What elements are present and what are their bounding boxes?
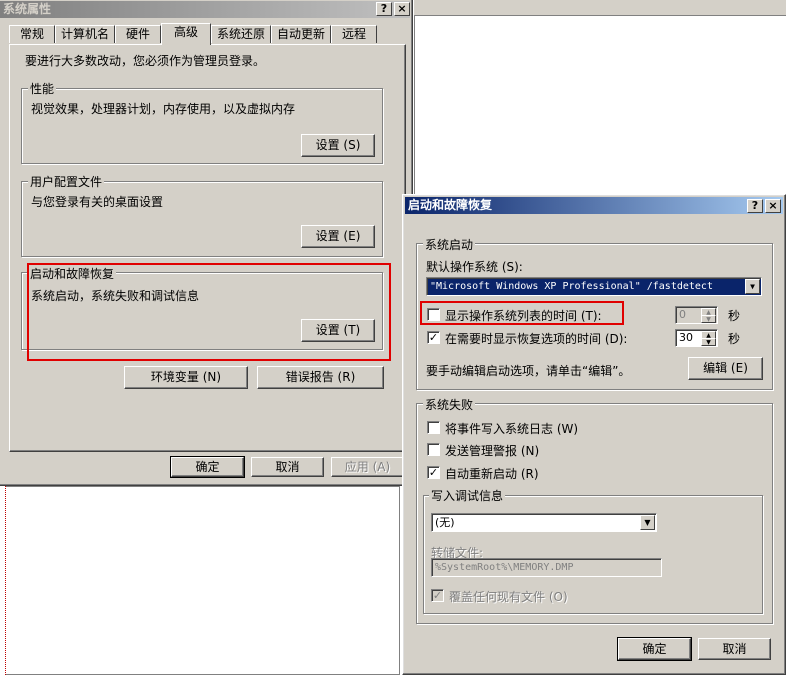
tab-hardware[interactable]: 硬件: [115, 25, 161, 43]
dialog-help-button[interactable]: ?: [747, 199, 763, 213]
tab-remote[interactable]: 远程: [331, 25, 377, 43]
startup-recovery-titlebar: 启动和故障恢复: [405, 197, 783, 214]
dump-file-value: %SystemRoot%\MEMORY.DMP: [435, 562, 574, 573]
tab-computer-name[interactable]: 计算机名: [55, 25, 115, 43]
send-alert-checkbox[interactable]: [427, 443, 440, 456]
system-properties-window: 系统属性 ? × 常规 计算机名 硬件 高级 系统还原 自动更新 远程 要进行大…: [0, 0, 413, 486]
show-os-list-seconds-input[interactable]: 0 ▲ ▼: [675, 306, 718, 324]
background-window-bottom-left: [0, 486, 400, 675]
send-alert-label: 发送管理警报 (N): [445, 444, 540, 458]
write-event-log-label: 将事件写入系统日志 (W): [445, 422, 579, 436]
environment-variables-button[interactable]: 环境变量 (N): [124, 366, 248, 389]
highlight-box-show-os-list: [420, 301, 624, 325]
dump-file-input[interactable]: %SystemRoot%\MEMORY.DMP: [431, 558, 662, 577]
system-startup-label: 系统启动: [423, 236, 476, 253]
cancel-button[interactable]: 取消: [251, 457, 324, 477]
close-button[interactable]: ×: [394, 2, 410, 16]
chevron-down-icon[interactable]: ▼: [640, 515, 655, 530]
show-recovery-seconds-value: 30: [679, 331, 693, 344]
background-window-top-right: [414, 0, 786, 196]
error-reporting-button[interactable]: 错误报告 (R): [257, 366, 384, 389]
debug-info-select[interactable]: (无) ▼: [431, 513, 657, 532]
system-failure-label: 系统失败: [423, 396, 476, 413]
user-profiles-label: 用户配置文件: [28, 173, 105, 190]
system-properties-titlebar: 系统属性: [0, 1, 410, 18]
show-recovery-label: 在需要时显示恢复选项的时间 (D):: [445, 332, 628, 346]
user-profiles-settings-button[interactable]: 设置 (E): [301, 225, 375, 248]
show-recovery-checkbox[interactable]: ✓: [427, 331, 440, 344]
write-event-log-checkbox[interactable]: [427, 421, 440, 434]
spin-down-icon[interactable]: ▼: [701, 315, 716, 323]
ok-button[interactable]: 确定: [170, 456, 245, 478]
show-os-list-seconds-value: 0: [679, 308, 686, 321]
background-window-bottom-left-strip: [0, 486, 6, 675]
admin-note: 要进行大多数改动，您必须作为管理员登录。: [25, 54, 266, 68]
user-profiles-description: 与您登录有关的桌面设置: [31, 195, 164, 209]
spin-down-icon[interactable]: ▼: [701, 338, 716, 346]
chevron-down-icon[interactable]: ▼: [745, 279, 760, 294]
default-os-select[interactable]: "Microsoft Windows XP Professional" /fas…: [426, 277, 762, 296]
edit-button[interactable]: 编辑 (E): [688, 357, 763, 380]
tab-automatic-updates[interactable]: 自动更新: [271, 25, 331, 43]
default-os-value: "Microsoft Windows XP Professional" /fas…: [430, 281, 713, 292]
debug-info-selected: (无): [435, 516, 455, 529]
show-recovery-unit: 秒: [728, 332, 741, 346]
performance-description: 视觉效果，处理器计划，内存使用，以及虚拟内存: [31, 102, 296, 116]
performance-label: 性能: [28, 80, 57, 97]
window-title: 系统属性: [3, 2, 52, 16]
dialog-close-button[interactable]: ×: [765, 199, 781, 213]
show-os-list-unit: 秒: [728, 309, 741, 323]
auto-restart-label: 自动重新启动 (R): [445, 467, 539, 481]
default-os-label: 默认操作系统 (S):: [426, 260, 523, 274]
overwrite-checkbox[interactable]: ✓: [431, 589, 444, 602]
tab-general[interactable]: 常规: [9, 25, 55, 43]
edit-note: 要手动编辑启动选项，请单击“编辑”。: [426, 364, 631, 378]
auto-restart-checkbox[interactable]: ✓: [427, 466, 440, 479]
performance-settings-button[interactable]: 设置 (S): [301, 134, 375, 157]
overwrite-label: 覆盖任何现有文件 (O): [449, 590, 568, 604]
startup-recovery-dialog: 启动和故障恢复 ? × 系统启动 默认操作系统 (S): "Microsoft …: [402, 194, 786, 675]
dialog-ok-button[interactable]: 确定: [617, 637, 692, 661]
apply-button[interactable]: 应用 (A): [331, 457, 404, 477]
help-button[interactable]: ?: [376, 2, 392, 16]
dialog-cancel-button[interactable]: 取消: [698, 638, 771, 660]
dialog-title: 启动和故障恢复: [408, 198, 493, 212]
background-window-top-right-bar: [414, 0, 786, 16]
show-recovery-seconds-input[interactable]: 30 ▲ ▼: [675, 329, 718, 347]
debug-info-label: 写入调试信息: [429, 487, 506, 504]
highlight-box-startup-recovery: [27, 263, 391, 361]
tab-system-restore[interactable]: 系统还原: [211, 25, 271, 43]
tab-advanced[interactable]: 高级: [161, 23, 211, 45]
